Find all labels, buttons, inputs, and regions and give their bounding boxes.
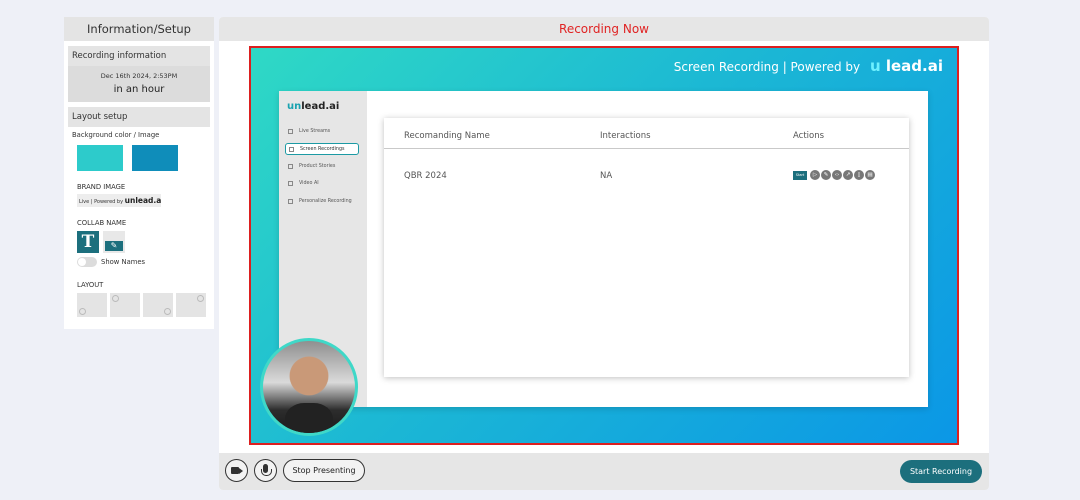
nav-item-live-streams[interactable]: Live Streams (285, 126, 359, 138)
microphone-toggle-button[interactable] (254, 459, 277, 482)
column-header-name: Recomanding Name (404, 131, 490, 141)
row-interactions: NA (600, 171, 613, 181)
start-action-button[interactable]: Start (793, 171, 807, 180)
background-swatch-teal[interactable] (77, 145, 123, 171)
pencil-icon: ✎ (105, 241, 123, 251)
setup-panel: Information/Setup Recording information … (64, 17, 214, 329)
column-header-actions: Actions (793, 131, 825, 141)
code-icon[interactable]: ‹› (832, 170, 842, 180)
layout-option-bottom-left[interactable] (77, 293, 107, 317)
layout-setup-body: Background color / Image BRAND IMAGE Liv… (68, 127, 210, 320)
webcam-bubble[interactable] (260, 338, 358, 436)
share-icon[interactable]: ↗ (843, 170, 853, 180)
camera-icon (289, 147, 294, 152)
layout-option-bottom-right[interactable] (143, 293, 173, 317)
layout-option-top-right[interactable] (176, 293, 206, 317)
layout-option-top-left[interactable] (110, 293, 140, 317)
show-names-label: Show Names (101, 258, 146, 266)
stop-presenting-button[interactable]: Stop Presenting (283, 459, 365, 482)
layout-label: LAYOUT (77, 281, 104, 289)
recording-stage: Screen Recording | Powered by u lead.ai … (249, 46, 959, 445)
recording-info-box: Dec 16th 2024, 2:53PM in an hour (68, 66, 210, 102)
shared-logo: unlead.ai (287, 101, 340, 112)
recording-countdown: in an hour (113, 84, 165, 95)
setup-panel-title: Information/Setup (64, 17, 214, 41)
nav-item-personalize-recording[interactable]: Personalize Recording (285, 196, 359, 208)
delete-icon[interactable]: ▤ (865, 170, 875, 180)
recordings-table: Recomanding Name Interactions Actions QB… (384, 118, 909, 377)
background-swatch-blue[interactable] (132, 145, 178, 171)
column-header-interactions: Interactions (600, 131, 651, 141)
brand-image-chip[interactable]: Live | Powered by unlead.ai (77, 194, 161, 207)
stage-brand-text: Screen Recording | Powered by (673, 60, 861, 74)
row-actions: Start ▷ ✎ ‹› ↗ ▯ ▤ (793, 170, 876, 181)
recording-date: Dec 16th 2024, 2:53PM (100, 72, 178, 80)
brand-chip-logo: unlead.ai (124, 196, 161, 205)
recording-area: Recording Now Screen Recording | Powered… (219, 17, 989, 490)
document-icon[interactable]: ▯ (854, 170, 864, 180)
settings-icon (288, 199, 293, 204)
brand-image-label: BRAND IMAGE (77, 183, 126, 191)
nav-item-product-stories[interactable]: Product Stories (285, 161, 359, 173)
row-name: QBR 2024 (404, 171, 447, 181)
show-names-toggle[interactable] (77, 257, 97, 267)
edit-icon[interactable]: ✎ (821, 170, 831, 180)
camera-toggle-button[interactable] (225, 459, 248, 482)
edit-collab-button[interactable]: ✎ (103, 231, 125, 253)
play-icon[interactable]: ▷ (810, 170, 820, 180)
home-icon (288, 181, 293, 186)
recording-info-header: Recording information (68, 46, 210, 66)
stream-icon (288, 129, 293, 134)
shared-screen: unlead.ai Live Streams Screen Recordings… (279, 91, 928, 407)
stage-branding: Screen Recording | Powered by u lead.ai (674, 57, 943, 75)
recording-now-title: Recording Now (219, 17, 989, 41)
stage-brand-logo: u lead.ai (869, 57, 943, 75)
nav-item-video-ai[interactable]: Video AI (285, 178, 359, 190)
header-divider (384, 148, 909, 149)
collab-name-label: COLLAB NAME (77, 219, 127, 227)
layout-setup-header: Layout setup (68, 107, 210, 127)
brand-chip-text: Live | Powered by (79, 199, 124, 205)
video-icon (288, 164, 293, 169)
start-recording-button[interactable]: Start Recording (900, 460, 982, 483)
background-label: Background color / Image (72, 131, 160, 139)
text-style-button[interactable]: T (77, 231, 99, 253)
control-bar: Stop Presenting Start Recording (219, 453, 989, 490)
nav-item-screen-recordings[interactable]: Screen Recordings (285, 143, 359, 155)
